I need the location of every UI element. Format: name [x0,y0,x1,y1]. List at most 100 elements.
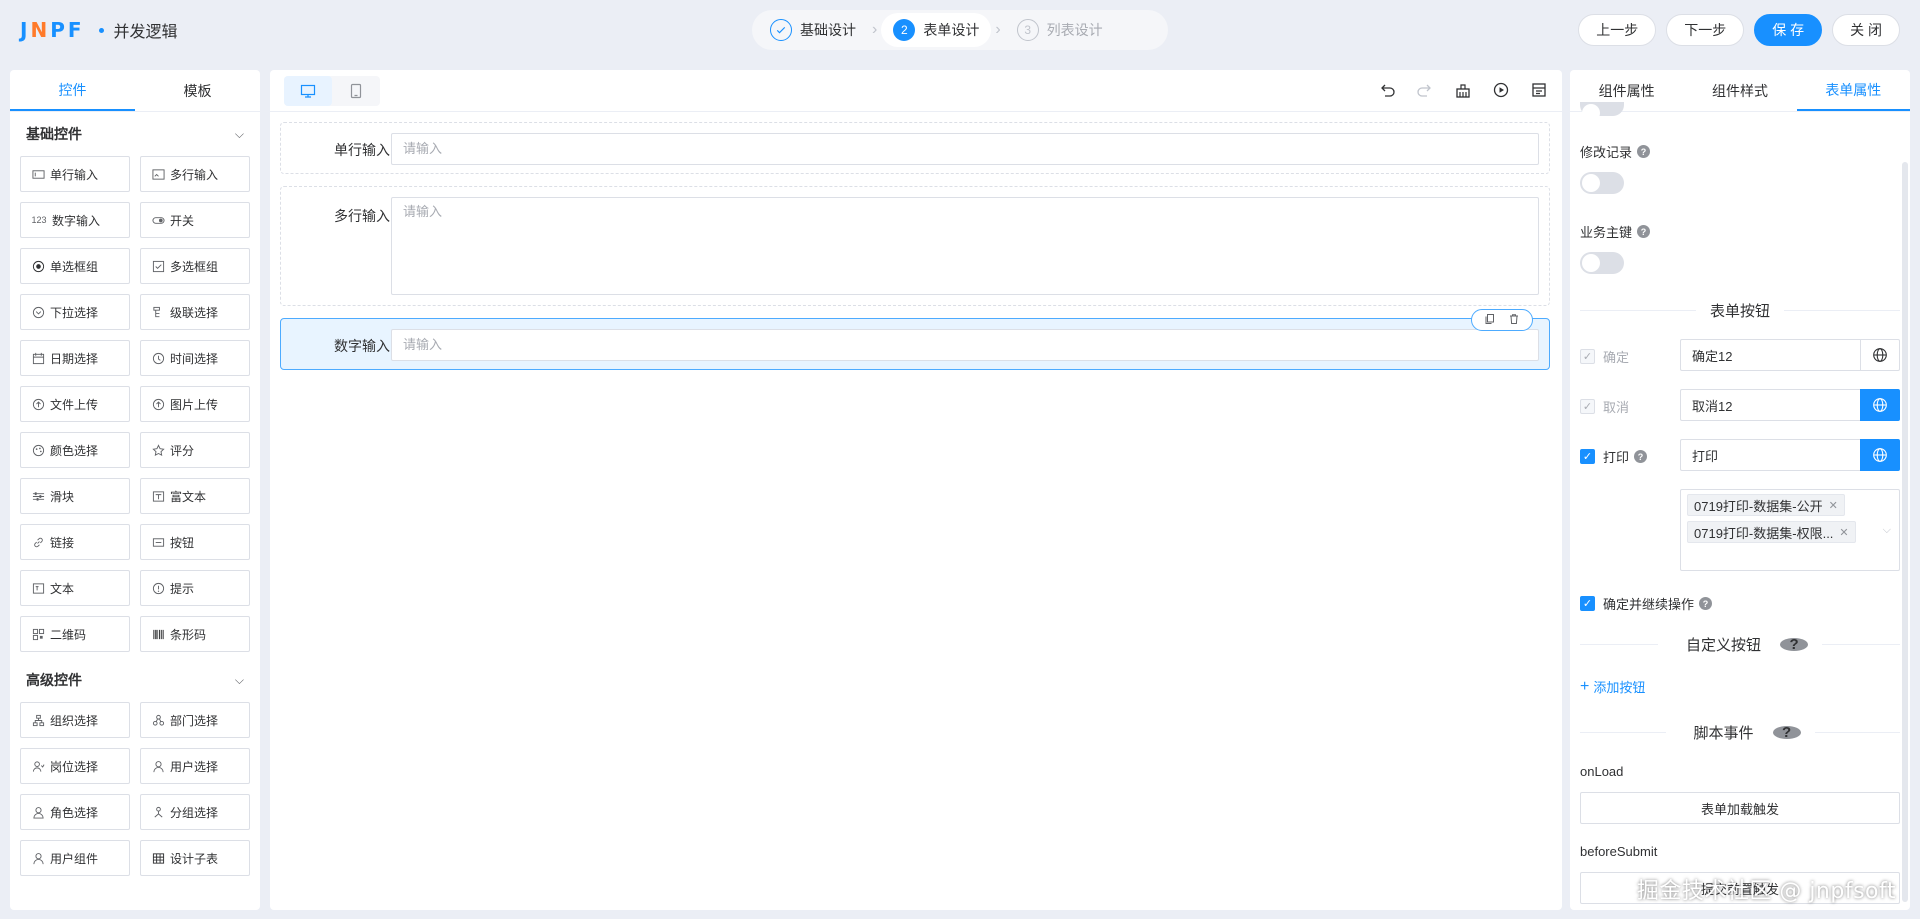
desktop-view-button[interactable] [284,76,332,106]
radio-icon [31,259,45,273]
undo-icon[interactable] [1378,81,1396,102]
scrollbar[interactable] [1902,162,1908,902]
component-item[interactable]: 提示 [140,570,250,606]
preview-icon[interactable] [1492,81,1510,102]
image-upload-icon [151,397,165,411]
globe-icon[interactable] [1860,439,1900,471]
help-icon[interactable]: ? [1772,724,1801,741]
check-icon [770,19,792,41]
tab-templates[interactable]: 模板 [135,70,260,111]
component-item[interactable]: 滑块 [20,478,130,514]
component-item[interactable]: 多行输入 [140,156,250,192]
component-item[interactable]: 富文本 [140,478,250,514]
cancel-checkbox-row[interactable]: ✓ 取消 [1580,397,1629,416]
component-item[interactable]: 开关 [140,202,250,238]
tab-form-properties[interactable]: 表单属性 [1796,70,1910,111]
component-item[interactable]: 日期选择 [20,340,130,376]
form-field-multi-line[interactable]: 多行输入 请输入 [280,186,1550,306]
link-icon [31,535,45,549]
form-field-number[interactable]: 数字输入 请输入 [280,309,1550,370]
component-item[interactable]: 评分 [140,432,250,468]
tab-component-style[interactable]: 组件样式 [1683,70,1796,111]
delete-icon[interactable] [1508,313,1520,328]
close-button[interactable]: 关 闭 [1832,14,1900,46]
close-icon[interactable]: ✕ [1829,499,1838,512]
print-template-tag: 0719打印-数据集-公开 ✕ [1687,494,1845,516]
confirm-checkbox-row[interactable]: ✓ 确定 [1580,347,1629,366]
component-item[interactable]: 多选框组 [140,248,250,284]
mobile-view-button[interactable] [332,76,380,106]
code-preview-icon[interactable] [1530,81,1548,102]
form-canvas: 单行输入 请输入 多行输入 请输入 数字输入 请输入 [270,70,1562,910]
copy-icon[interactable] [1484,313,1496,328]
component-item[interactable]: 条形码 [140,616,250,652]
toggle-partial[interactable] [1580,102,1624,122]
component-item[interactable]: 用户选择 [140,748,250,784]
modify-record-switch[interactable] [1580,172,1624,194]
component-item[interactable]: 设计子表 [140,840,250,876]
globe-icon[interactable] [1860,339,1900,371]
step-list-design[interactable]: 3 列表设计 [1005,13,1115,47]
print-checkbox-row[interactable]: ✓ 打印 ? [1580,447,1648,466]
component-item[interactable]: 级联选择 [140,294,250,330]
component-item[interactable]: 组织选择 [20,702,130,738]
add-button-link[interactable]: + 添加按钮 [1580,677,1645,696]
component-item[interactable]: 单行输入 [20,156,130,192]
multi-line-textarea[interactable]: 请输入 [391,197,1539,295]
property-panel: 组件属性 组件样式 表单属性 修改记录 ? 业务主键 ? 表单按钮 ✓ 确定 确… [1570,70,1910,910]
component-item[interactable]: 岗位选择 [20,748,130,784]
logo-text: JNPF [20,18,85,42]
confirm-continue-row[interactable]: ✓ 确定并继续操作 ? [1580,594,1713,613]
close-icon[interactable]: ✕ [1839,526,1848,539]
component-item[interactable]: 链接 [20,524,130,560]
basic-components-header[interactable]: 基础控件 ⌵ [10,112,260,156]
component-panel: 控件 模板 基础控件 ⌵ 单行输入 多行输入 123 数字输入 开关 单选框组 多选框组 下拉… [10,70,260,910]
form-field-single-line[interactable]: 单行输入 请输入 [280,122,1550,174]
component-item[interactable]: 分组选择 [140,794,250,830]
qrcode-icon [31,627,45,641]
component-item[interactable]: 角色选择 [20,794,130,830]
save-button[interactable]: 保 存 [1754,14,1823,46]
component-item[interactable]: 文件上传 [20,386,130,422]
component-item[interactable]: 用户组件 [20,840,130,876]
clear-icon[interactable] [1454,81,1472,102]
user-icon [151,759,165,773]
onload-event-button[interactable]: 表单加载触发 [1580,792,1900,824]
step-navigator: 基础设计 › 2 表单设计 › 3 列表设计 [752,10,1168,50]
next-step-button[interactable]: 下一步 [1666,14,1745,46]
component-item[interactable]: 下拉选择 [20,294,130,330]
slider-icon [31,489,45,503]
single-line-input[interactable]: 请输入 [391,133,1539,165]
number-input[interactable]: 请输入 [391,329,1539,361]
tab-components[interactable]: 控件 [10,70,135,111]
business-key-switch[interactable] [1580,252,1624,274]
component-item[interactable]: 二维码 [20,616,130,652]
help-icon[interactable]: ? [1637,145,1651,158]
custom-buttons-divider: 自定义按钮? [1580,634,1900,654]
prev-step-button[interactable]: 上一步 [1578,14,1657,46]
step-form-design[interactable]: 2 表单设计 [881,13,992,47]
org-icon [31,713,45,727]
component-item[interactable]: 单选框组 [20,248,130,284]
component-item[interactable]: 颜色选择 [20,432,130,468]
component-item[interactable]: 文本 [20,570,130,606]
checkbox-icon: ✓ [1580,399,1595,414]
component-item[interactable]: 时间选择 [140,340,250,376]
globe-icon[interactable] [1860,389,1900,421]
script-events-divider: 脚本事件? [1580,722,1900,742]
print-template-select[interactable]: 0719打印-数据集-公开 ✕ 0719打印-数据集-权限... ✕ ⌵ [1680,489,1900,571]
step-basic-design[interactable]: 基础设计 [758,13,868,47]
help-icon[interactable]: ? [1780,636,1809,653]
event-beforesubmit-label: beforeSubmit [1580,844,1658,859]
advanced-components-header[interactable]: 高级控件 ⌵ [10,658,260,702]
help-icon[interactable]: ? [1699,597,1713,610]
redo-icon[interactable] [1416,81,1434,102]
top-actions: 上一步 下一步 保 存 关 闭 [1578,14,1900,46]
component-item[interactable]: 123 数字输入 [20,202,130,238]
help-icon[interactable]: ? [1634,450,1648,463]
plus-icon: + [1580,677,1590,695]
component-item[interactable]: 按钮 [140,524,250,560]
component-item[interactable]: 图片上传 [140,386,250,422]
help-icon[interactable]: ? [1637,225,1651,238]
component-item[interactable]: 部门选择 [140,702,250,738]
